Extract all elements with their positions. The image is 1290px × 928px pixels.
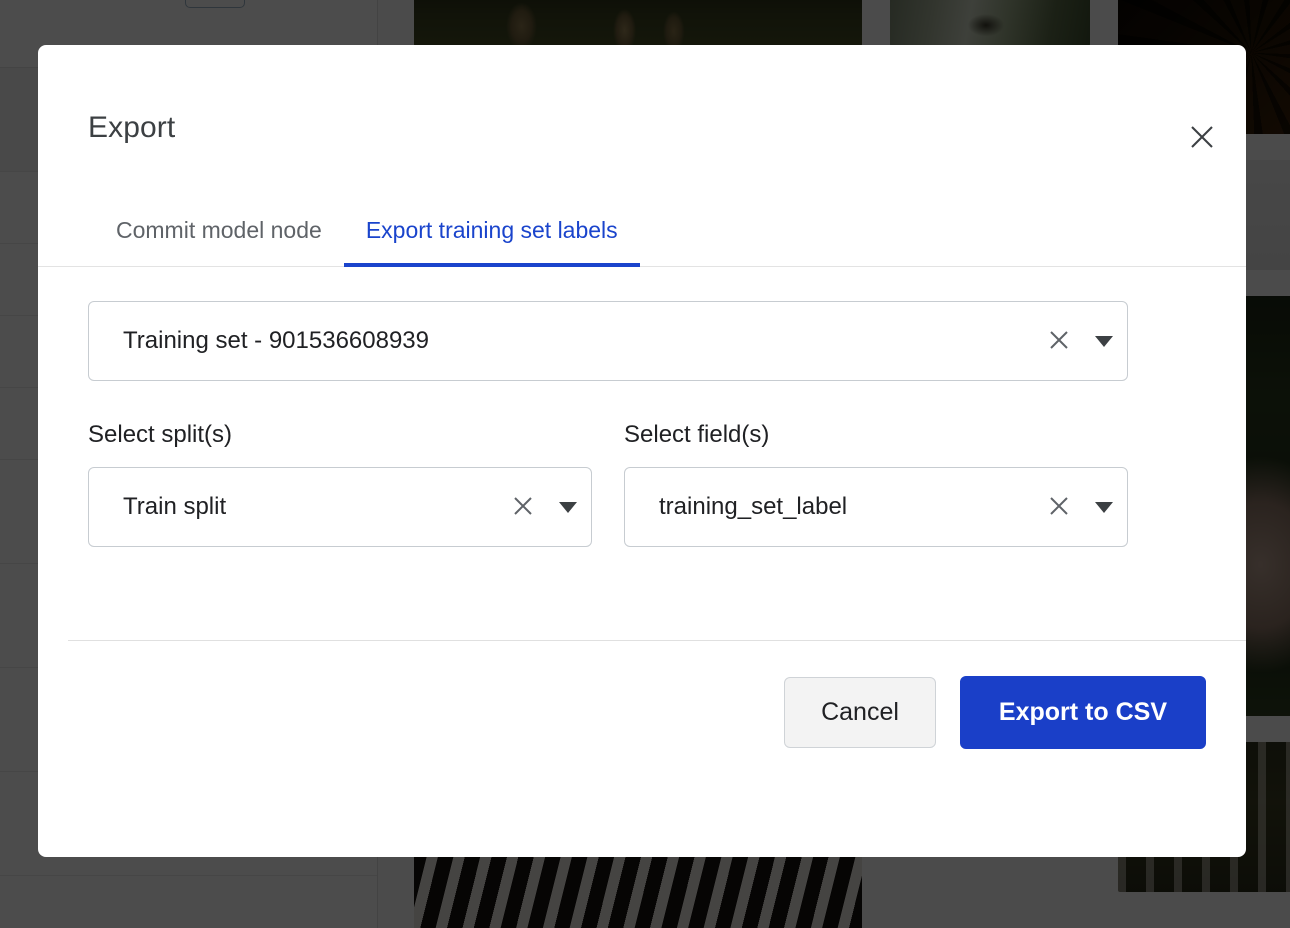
chevron-down-icon <box>1095 335 1113 347</box>
fields-dropdown-arrow[interactable] <box>1081 468 1127 546</box>
dialog-title: Export <box>88 111 176 144</box>
splits-label: Select split(s) <box>88 421 233 448</box>
dialog-body: Training set - 901536608939 Select split… <box>38 267 1246 640</box>
clear-icon <box>1046 493 1072 522</box>
splits-clear-button[interactable] <box>501 468 545 546</box>
export-to-csv-button[interactable]: Export to CSV <box>959 676 1206 749</box>
close-dialog-button[interactable] <box>1178 113 1226 161</box>
chevron-down-icon <box>559 501 577 513</box>
training-set-select[interactable]: Training set - 901536608939 <box>88 301 1128 381</box>
screen: Export Commit model node Export training… <box>0 0 1290 928</box>
training-set-dropdown-arrow[interactable] <box>1081 302 1127 380</box>
dialog-header: Export <box>38 45 1246 195</box>
fields-field-group: Select field(s) training_set_label <box>624 421 1128 547</box>
splits-field-group: Select split(s) Train split <box>88 421 592 547</box>
cancel-button[interactable]: Cancel <box>784 677 936 748</box>
splits-dropdown-arrow[interactable] <box>545 468 591 546</box>
footer-actions: Cancel Export to CSV <box>784 676 1206 749</box>
export-dialog: Export Commit model node Export training… <box>38 45 1246 857</box>
chevron-down-icon <box>1095 501 1113 513</box>
fields-clear-button[interactable] <box>1037 468 1081 546</box>
dialog-footer: Cancel Export to CSV <box>38 640 1246 857</box>
splits-select[interactable]: Train split <box>88 467 592 547</box>
training-set-select-value: Training set - 901536608939 <box>123 327 429 354</box>
fields-label: Select field(s) <box>624 421 770 448</box>
splits-select-value: Train split <box>123 493 227 520</box>
tab-export-training-set-labels[interactable]: Export training set labels <box>343 194 640 267</box>
dialog-tabs: Commit model node Export training set la… <box>38 195 1246 267</box>
clear-icon <box>1046 327 1072 356</box>
close-icon <box>1187 122 1217 152</box>
clear-icon <box>510 493 536 522</box>
fields-select-value: training_set_label <box>659 493 848 520</box>
fields-select[interactable]: training_set_label <box>624 467 1128 547</box>
training-set-clear-button[interactable] <box>1037 302 1081 380</box>
tab-commit-model-node[interactable]: Commit model node <box>94 194 344 266</box>
selector-row: Select split(s) Train split Select field… <box>88 421 1196 547</box>
footer-divider <box>68 640 1246 641</box>
